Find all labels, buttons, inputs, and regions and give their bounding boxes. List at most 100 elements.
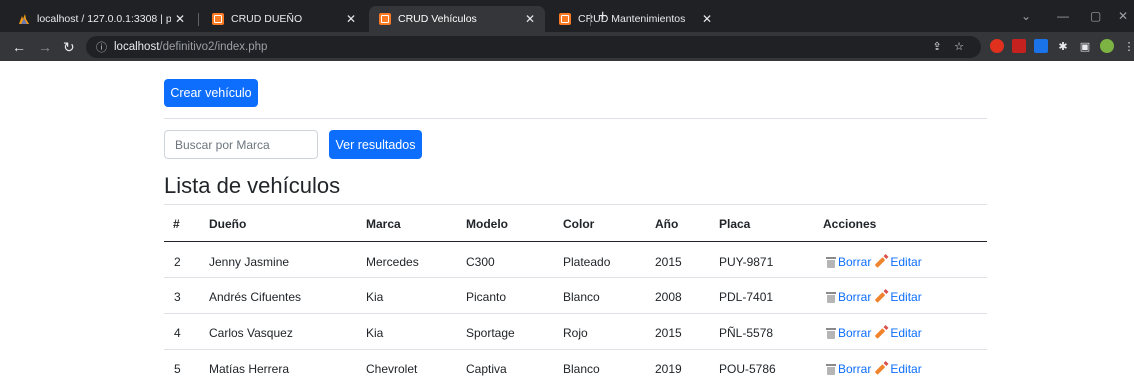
pencil-icon xyxy=(875,363,888,375)
cell-plate: PÑL-5578 xyxy=(719,326,774,340)
row-divider xyxy=(164,349,987,350)
cell-id: 4 xyxy=(174,326,181,340)
cell-model: Sportage xyxy=(466,326,515,340)
extensions-puzzle-icon[interactable]: ✱ xyxy=(1056,39,1070,53)
page-title: Lista de vehículos xyxy=(164,173,341,198)
column-header-color: Color xyxy=(563,217,595,231)
table-top-border xyxy=(164,204,987,205)
xampp-icon xyxy=(379,13,391,25)
cell-owner: Carlos Vasquez xyxy=(209,326,293,340)
cell-year: 2015 xyxy=(655,326,682,340)
divider xyxy=(164,118,987,119)
close-tab-icon[interactable]: ✕ xyxy=(521,12,539,26)
cell-color: Rojo xyxy=(563,326,588,340)
minimize-icon[interactable]: — xyxy=(1057,9,1069,23)
share-icon[interactable]: ⇪ xyxy=(930,39,944,53)
trash-icon xyxy=(826,327,836,339)
delete-link[interactable]: Borrar xyxy=(838,361,871,377)
tab-crud-dueno[interactable]: CRUD DUEÑO ✕ xyxy=(202,6,366,32)
cell-model: Picanto xyxy=(466,290,507,304)
cell-actions: Borrar Editar xyxy=(826,254,922,270)
close-tab-icon[interactable]: ✕ xyxy=(171,12,189,26)
column-header-model: Modelo xyxy=(466,217,508,231)
pencil-icon xyxy=(875,256,888,268)
xampp-icon xyxy=(559,13,571,25)
xampp-icon xyxy=(212,13,224,25)
cell-color: Blanco xyxy=(563,362,600,376)
delete-link[interactable]: Borrar xyxy=(838,325,871,341)
close-window-icon[interactable]: ✕ xyxy=(1118,9,1128,23)
edit-link[interactable]: Editar xyxy=(890,361,921,377)
cell-brand: Kia xyxy=(366,326,384,340)
cell-actions: Borrar Editar xyxy=(826,325,922,341)
cell-plate: PDL-7401 xyxy=(719,290,774,304)
side-panel-icon[interactable]: ▣ xyxy=(1078,39,1092,53)
search-placeholder: Buscar por Marca xyxy=(175,137,270,152)
cell-color: Plateado xyxy=(563,255,611,269)
row-divider xyxy=(164,313,987,314)
edit-link[interactable]: Editar xyxy=(890,289,921,305)
extension-red-icon[interactable] xyxy=(1012,39,1026,53)
column-header-plate: Placa xyxy=(719,217,751,231)
tab-search-icon[interactable]: ⌄ xyxy=(1021,9,1031,23)
reload-icon[interactable]: ↻ xyxy=(63,40,75,54)
cell-year: 2019 xyxy=(655,362,682,376)
url-host: localhost xyxy=(114,41,160,53)
phpmyadmin-icon xyxy=(18,13,30,25)
cell-color: Blanco xyxy=(563,290,600,304)
cell-actions: Borrar Editar xyxy=(826,361,922,377)
edit-link[interactable]: Editar xyxy=(890,254,921,270)
row-divider xyxy=(164,277,987,278)
browser-tab-bar: localhost / 127.0.0.1:3308 | phpMy ✕ CRU… xyxy=(0,0,1134,32)
close-tab-icon[interactable]: ✕ xyxy=(342,12,360,26)
delete-link[interactable]: Borrar xyxy=(838,254,871,270)
new-tab-icon[interactable]: + xyxy=(598,9,607,25)
cell-model: Captiva xyxy=(466,362,507,376)
close-tab-icon[interactable]: ✕ xyxy=(698,12,716,26)
address-bar[interactable]: ⓘ localhost/definitivo2/index.php xyxy=(86,36,981,58)
trash-icon xyxy=(826,256,836,268)
site-info-icon[interactable]: ⓘ xyxy=(96,39,107,55)
cell-plate: POU-5786 xyxy=(719,362,776,376)
cell-id: 3 xyxy=(174,290,181,304)
column-header-owner: Dueño xyxy=(209,217,247,231)
create-vehicle-button[interactable]: Crear vehículo xyxy=(164,79,258,107)
cell-id: 5 xyxy=(174,362,181,376)
cell-brand: Kia xyxy=(366,290,384,304)
tab-phpmyadmin[interactable]: localhost / 127.0.0.1:3308 | phpMy ✕ xyxy=(8,6,195,32)
trash-icon xyxy=(826,291,836,303)
cell-owner: Jenny Jasmine xyxy=(209,255,290,269)
menu-dots-icon[interactable]: ⋮ xyxy=(1122,39,1134,53)
cell-brand: Chevrolet xyxy=(366,362,418,376)
search-results-button[interactable]: Ver resultados xyxy=(329,130,422,159)
bookmark-star-icon[interactable]: ☆ xyxy=(952,39,966,53)
search-input[interactable]: Buscar por Marca xyxy=(164,130,318,159)
tab-title: CRUD Vehículos xyxy=(398,13,477,25)
back-icon[interactable]: ← xyxy=(12,40,26,54)
tab-title: localhost / 127.0.0.1:3308 | phpMy xyxy=(37,13,171,25)
forward-icon[interactable]: → xyxy=(38,40,52,54)
extension-blue-icon[interactable] xyxy=(1034,39,1048,53)
cell-actions: Borrar Editar xyxy=(826,289,922,305)
extension-shield-icon[interactable] xyxy=(990,39,1004,53)
url-path: /definitivo2/index.php xyxy=(159,41,268,53)
column-header-brand: Marca xyxy=(366,217,401,231)
pencil-icon xyxy=(875,327,888,339)
column-header-year: Año xyxy=(655,217,679,231)
profile-avatar-icon[interactable] xyxy=(1100,39,1114,53)
restore-icon[interactable]: ▢ xyxy=(1090,9,1101,23)
cell-year: 2015 xyxy=(655,255,682,269)
cell-plate: PUY-9871 xyxy=(719,255,774,269)
column-header-id: # xyxy=(173,217,180,231)
table-header-border xyxy=(164,241,987,242)
pencil-icon xyxy=(875,291,888,303)
cell-owner: Andrés Cifuentes xyxy=(209,290,302,304)
edit-link[interactable]: Editar xyxy=(890,325,921,341)
tab-title: CRUD Mantenimientos xyxy=(578,13,686,25)
tab-title: CRUD DUEÑO xyxy=(231,13,303,25)
cell-id: 2 xyxy=(174,255,181,269)
cell-model: C300 xyxy=(466,255,495,269)
tab-crud-vehiculos[interactable]: CRUD Vehículos ✕ xyxy=(369,6,545,32)
tab-crud-mantenimientos[interactable]: CRUD Mantenimientos ✕ xyxy=(549,6,722,32)
delete-link[interactable]: Borrar xyxy=(838,289,871,305)
